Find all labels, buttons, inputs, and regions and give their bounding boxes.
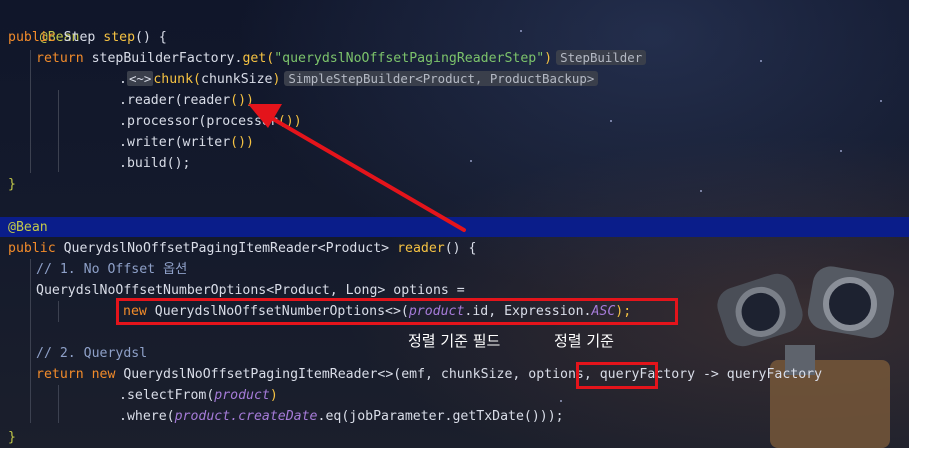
comment: // 1. No Offset 옵션 xyxy=(36,262,188,277)
closing-brace: } xyxy=(8,177,16,192)
static-field: .createDate xyxy=(230,409,318,424)
code-line-17[interactable]: // 2. Querydsl xyxy=(36,343,147,364)
options-arg-highlight-box xyxy=(576,362,658,389)
inlay-hint-generic: <~> xyxy=(126,71,154,86)
code-line-8[interactable]: .build(); xyxy=(119,153,190,174)
code-line-19[interactable]: .selectFrom(product) xyxy=(119,385,278,406)
code-line-6[interactable]: .processor(processor()) xyxy=(119,111,302,132)
keyword: return xyxy=(36,51,84,66)
indent-guide xyxy=(30,259,31,423)
options-constructor-highlight-box xyxy=(116,298,678,325)
comment: // 2. Querydsl xyxy=(36,346,148,361)
code-line-4[interactable]: . <~> chunk(chunkSize) SimpleStepBuilder<Pr… xyxy=(119,69,599,90)
code-text: processor xyxy=(206,114,278,129)
code-line-13[interactable]: // 1. No Offset 옵션 xyxy=(36,259,187,280)
code-line-12[interactable]: public QuerydslNoOffsetPagingItemReader<… xyxy=(8,238,476,259)
keyword: return new xyxy=(36,367,116,382)
inlay-hint: StepBuilder xyxy=(556,50,647,65)
string-literal: "querydslNoOffsetPagingReaderStep" xyxy=(274,51,545,66)
code-line-20[interactable]: .where(product.createDate.eq(jobParamete… xyxy=(119,406,564,427)
code-line-1[interactable]: @Bean xyxy=(8,6,80,45)
annotation: @Bean xyxy=(8,220,48,235)
code-text: stepBuilderFactory. xyxy=(83,51,243,66)
code-text: () { xyxy=(444,241,477,256)
closing-brace: } xyxy=(8,430,16,445)
indent-guide xyxy=(30,50,31,173)
static-field: product xyxy=(174,409,231,424)
code-text: QuerydslNoOffsetPagingItemReader<>(emf, … xyxy=(115,367,529,382)
indent-guide xyxy=(58,301,59,322)
method-name: get xyxy=(242,51,267,66)
code-text: ()) xyxy=(230,135,254,150)
code-text: .writer( xyxy=(119,135,183,150)
code-line-7[interactable]: .writer(writer()) xyxy=(119,132,254,153)
code-text: ) xyxy=(269,388,278,403)
code-text: .eq(jobParameter.getTxDate())); xyxy=(317,409,564,424)
code-text: QuerydslNoOffsetNumberOptions<Product, L… xyxy=(36,283,465,298)
keyword: public xyxy=(8,30,56,45)
sort-key-label: 정렬 기준 xyxy=(554,332,614,350)
method-name: reader xyxy=(389,241,445,256)
code-text: .reader( xyxy=(119,93,183,108)
robot-background-illustration xyxy=(717,266,895,448)
inlay-hint: SimpleStepBuilder<Product, ProductBackup… xyxy=(284,71,599,86)
method-name: step xyxy=(103,30,136,45)
type-name: Step xyxy=(55,30,104,45)
code-text: .selectFrom( xyxy=(119,388,215,403)
code-text: ()) xyxy=(277,114,302,129)
static-field: product xyxy=(214,388,270,403)
current-line-highlight xyxy=(0,217,909,237)
code-text: .where( xyxy=(119,409,175,424)
code-text: chunkSize xyxy=(201,72,273,87)
code-text: writer xyxy=(182,135,231,150)
code-text: reader xyxy=(182,93,231,108)
code-line-18[interactable]: return new QuerydslNoOffsetPagingItemRea… xyxy=(36,364,822,385)
method-name: chunk xyxy=(153,72,194,87)
type-generic: <Product> xyxy=(317,241,390,256)
keyword: public xyxy=(8,241,56,256)
code-line-3[interactable]: return stepBuilderFactory.get("querydslN… xyxy=(36,48,647,69)
code-text: () { xyxy=(135,30,167,45)
code-text: .processor( xyxy=(119,114,207,129)
sort-key-field-label: 정렬 기준 필드 xyxy=(408,332,501,350)
code-editor[interactable]: @Bean public Step step() { return stepBu… xyxy=(0,0,909,448)
code-text: . xyxy=(119,72,127,87)
code-line-2[interactable]: public Step step() { xyxy=(8,27,167,48)
code-text: ()) xyxy=(230,93,254,108)
code-line-11[interactable]: @Bean xyxy=(8,217,48,238)
type-name: QuerydslNoOffsetPagingItemReader xyxy=(55,241,318,256)
indent-guide xyxy=(58,385,59,423)
indent-guide xyxy=(58,90,59,172)
code-line-21[interactable]: } xyxy=(8,427,16,448)
code-line-5[interactable]: .reader(reader()) xyxy=(119,90,254,111)
code-text: .build(); xyxy=(119,156,191,171)
code-line-9[interactable]: } xyxy=(8,174,16,195)
